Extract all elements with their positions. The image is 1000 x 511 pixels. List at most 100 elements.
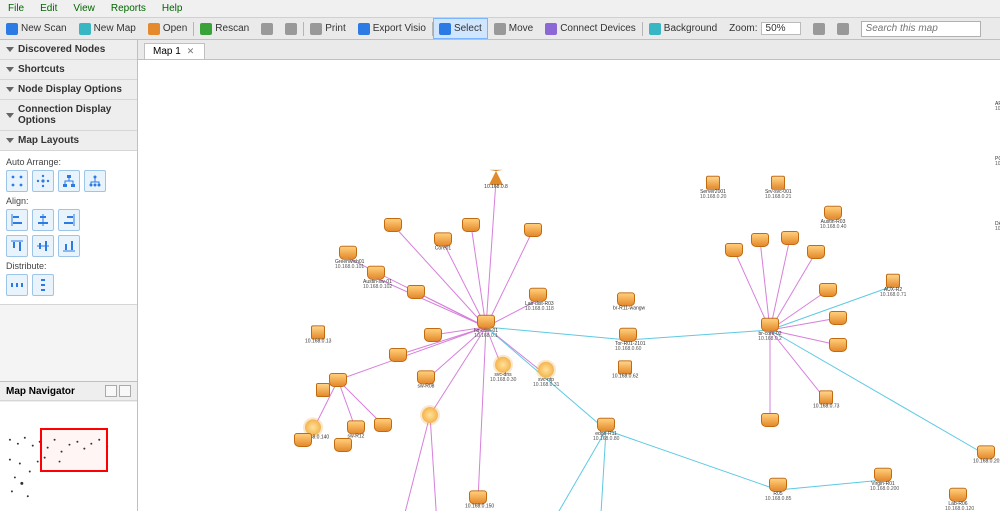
network-node[interactable]: AUX-R2 10.168.0.71 (880, 274, 906, 299)
tb-new-map[interactable]: New Map (73, 18, 142, 39)
close-icon[interactable]: ✕ (187, 46, 195, 57)
network-node[interactable] (290, 433, 316, 447)
menu-help[interactable]: Help (154, 1, 191, 16)
network-node[interactable]: svc-dns 10.168.0.30 (490, 357, 516, 384)
node-sublabel: 10.168.0.30 (490, 378, 516, 383)
network-node[interactable] (825, 311, 851, 325)
layout-tree[interactable] (58, 170, 80, 192)
network-node[interactable]: R05 10.168.0.85 (765, 478, 791, 503)
zoom-value[interactable]: 50% (761, 22, 801, 35)
map-canvas[interactable]: 10.168.0.8 Server2001 10.168.0.20 Srv-sv… (138, 60, 1000, 511)
map-navigator: Map Navigator (0, 381, 137, 511)
network-node[interactable] (330, 438, 356, 452)
network-node[interactable]: 10.168.0.73 (813, 390, 839, 409)
tb-new-scan[interactable]: New Scan (0, 18, 73, 39)
device-icon (949, 488, 967, 502)
tb-select[interactable]: Select (433, 18, 488, 39)
network-node[interactable] (417, 407, 443, 423)
search-input[interactable] (861, 21, 981, 37)
align-middle[interactable] (32, 235, 54, 257)
network-node[interactable] (420, 328, 446, 342)
align-left[interactable] (6, 209, 28, 231)
network-node[interactable]: 10.168.0.150 (465, 490, 491, 509)
tb-export[interactable]: Export Visio (352, 18, 432, 39)
network-node[interactable]: 10.168.0.8 (483, 170, 509, 190)
device-icon (819, 283, 837, 297)
align-top[interactable] (6, 235, 28, 257)
acc-node-opts[interactable]: Node Display Options (0, 80, 137, 100)
network-node[interactable]: Core01 (430, 232, 456, 251)
nav-btn-1[interactable] (105, 385, 117, 397)
network-node[interactable]: sw-R08 (413, 370, 439, 389)
network-node[interactable] (370, 418, 396, 432)
network-node[interactable]: Tor-R01-2101 10.168.0.60 (615, 328, 641, 353)
dist-vert[interactable] (32, 274, 54, 296)
network-node[interactable]: Austin-R03 10.168.0.40 (820, 206, 846, 231)
network-node[interactable]: DALLAS-R01 10.168.0.230 (995, 208, 1000, 233)
dist-horiz[interactable] (6, 274, 28, 296)
menu-view[interactable]: View (65, 1, 103, 16)
network-node[interactable]: Lab-R06 10.168.0.120 (945, 488, 971, 511)
network-node[interactable]: hq-core-01 10.168.0.1 (473, 315, 499, 340)
network-node[interactable]: Server2001 10.168.0.20 (700, 176, 726, 201)
acc-shortcuts[interactable]: Shortcuts (0, 60, 137, 80)
network-node[interactable] (458, 218, 484, 232)
network-node[interactable]: Srv-svc-001 10.168.0.21 (765, 176, 791, 201)
tb-search (855, 18, 987, 39)
device-icon (311, 325, 325, 339)
network-node[interactable] (310, 383, 336, 397)
network-node[interactable] (721, 243, 747, 257)
tb-open[interactable]: Open (142, 18, 193, 39)
tb-print[interactable]: Print (304, 18, 352, 39)
acc-discovered[interactable]: Discovered Nodes (0, 40, 137, 60)
navigator-viewport[interactable] (40, 428, 108, 472)
network-node[interactable] (520, 223, 546, 237)
network-node[interactable]: edge-R11 10.168.0.80 (593, 418, 619, 443)
acc-layouts[interactable]: Map Layouts (0, 131, 137, 151)
network-node[interactable] (815, 283, 841, 297)
menu-edit[interactable]: Edit (32, 1, 65, 16)
network-node[interactable] (403, 285, 429, 299)
network-node[interactable]: svc-ntp 10.168.0.31 (533, 362, 559, 389)
menu-file[interactable]: File (0, 1, 32, 16)
network-node[interactable]: PGLAN-R001 10.168.0.220 (995, 143, 1000, 168)
network-node[interactable]: 10.168.0.201 (973, 445, 999, 464)
nav-btn-2[interactable] (119, 385, 131, 397)
network-node[interactable] (757, 413, 783, 427)
layout-radial[interactable] (32, 170, 54, 192)
align-bottom[interactable] (58, 235, 80, 257)
tb-search-ico[interactable] (831, 18, 855, 39)
network-node[interactable]: Lab-dist-R03 10.168.0.118 (525, 288, 551, 313)
tb-rescan[interactable]: Rescan (194, 18, 255, 39)
network-node[interactable]: 10.168.0.13 (305, 325, 331, 344)
tb-background[interactable]: Background (643, 18, 723, 39)
tb-redo[interactable] (279, 18, 303, 39)
network-node[interactable]: br-R11-wangw (613, 292, 639, 311)
network-node[interactable] (777, 231, 803, 245)
network-node[interactable]: Greenwich01 10.168.0.101 (335, 246, 361, 271)
network-node[interactable] (747, 233, 773, 247)
tab-map1[interactable]: Map 1 ✕ (144, 43, 205, 59)
layout-grid[interactable] (6, 170, 28, 192)
acc-conn-opts[interactable]: Connection Display Options (0, 100, 137, 131)
align-right[interactable] (58, 209, 80, 231)
tb-move[interactable]: Move (488, 18, 539, 39)
tb-zoom-fit[interactable] (807, 18, 831, 39)
navigator-canvas[interactable] (0, 401, 137, 511)
network-node[interactable]: sw-R12 (343, 420, 369, 439)
network-node[interactable] (385, 348, 411, 362)
menu-reports[interactable]: Reports (103, 1, 154, 16)
network-node[interactable]: APSERVER001 10.168.0.210 (995, 88, 1000, 113)
network-node[interactable] (803, 245, 829, 259)
network-node[interactable]: 10.168.0.62 (612, 360, 638, 379)
network-node[interactable]: Virgin-R01 10.168.0.200 (870, 468, 896, 493)
layout-hier[interactable] (84, 170, 106, 192)
rescan-icon (200, 23, 212, 35)
network-node[interactable]: Austin-sw-01 10.168.0.102 (363, 266, 389, 291)
network-node[interactable] (825, 338, 851, 352)
network-node[interactable]: br-core-02 10.168.0.2 (757, 318, 783, 343)
tb-undo[interactable] (255, 18, 279, 39)
network-node[interactable] (380, 218, 406, 232)
align-center[interactable] (32, 209, 54, 231)
tb-connect[interactable]: Connect Devices (539, 18, 642, 39)
